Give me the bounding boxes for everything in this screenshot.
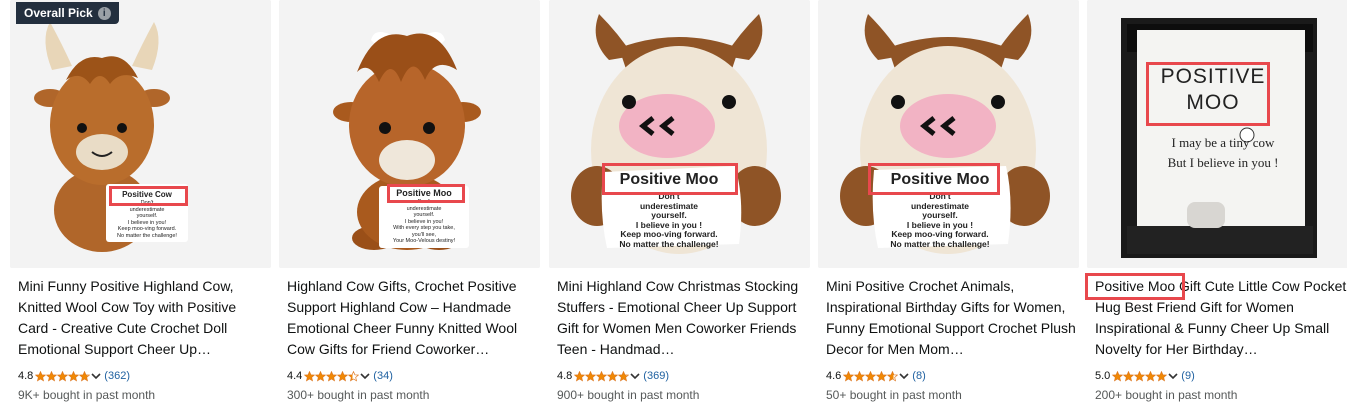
star-icon bbox=[1156, 370, 1168, 382]
star-icon bbox=[1134, 370, 1146, 382]
card-heading: Positive Moo bbox=[619, 171, 719, 188]
bought-count: 9K+ bought in past month bbox=[18, 388, 156, 402]
positive-card-text: Positive Cow Don't underestimate yoursel… bbox=[106, 190, 188, 239]
bought-count: 300+ bought in past month bbox=[287, 388, 430, 402]
review-count-link[interactable]: (8) bbox=[912, 370, 925, 382]
star-icon bbox=[843, 370, 855, 382]
star-icon bbox=[57, 370, 69, 382]
rating-value: 4.8 bbox=[18, 370, 34, 382]
star-icon bbox=[607, 370, 619, 382]
review-count-link[interactable]: (362) bbox=[104, 370, 130, 382]
card-line: No matter the challenge! bbox=[890, 238, 990, 249]
rating-row[interactable]: 4.4 (34) bbox=[287, 368, 393, 384]
rating-value: 4.4 bbox=[287, 370, 303, 382]
card-heading: Positive Cow bbox=[122, 190, 172, 199]
star-icon bbox=[46, 370, 58, 382]
star-icon bbox=[315, 370, 327, 382]
chevron-down-icon[interactable] bbox=[91, 372, 101, 380]
review-count-link[interactable]: (369) bbox=[643, 370, 669, 382]
star-rating bbox=[304, 370, 360, 382]
star-icon bbox=[326, 370, 338, 382]
rating-row[interactable]: 4.8 (362) bbox=[18, 368, 130, 384]
star-rating bbox=[1112, 370, 1168, 382]
star-icon bbox=[596, 370, 608, 382]
overall-pick-badge: Overall Pick i bbox=[16, 2, 119, 24]
positive-card-text: Positive Moo Don't underestimate yoursel… bbox=[601, 168, 737, 249]
star-rating bbox=[574, 370, 630, 382]
rating-value: 4.6 bbox=[826, 370, 842, 382]
product-card[interactable]: Positive Moo Don't underestimate yoursel… bbox=[279, 0, 540, 410]
star-icon bbox=[865, 370, 877, 382]
star-icon bbox=[35, 370, 47, 382]
product-title-link[interactable]: Mini Funny Positive Highland Cow, Knitte… bbox=[18, 276, 270, 360]
chevron-down-icon[interactable] bbox=[360, 372, 370, 380]
chevron-down-icon[interactable] bbox=[1168, 372, 1178, 380]
card-line: No matter the challenge! bbox=[619, 238, 719, 249]
star-icon bbox=[1145, 370, 1157, 382]
star-icon bbox=[1123, 370, 1135, 382]
rating-value: 5.0 bbox=[1095, 370, 1111, 382]
star-rating bbox=[843, 370, 899, 382]
rating-row[interactable]: 4.8 (369) bbox=[557, 368, 669, 384]
bought-count: 50+ bought in past month bbox=[826, 388, 962, 402]
positive-card-text: POSITIVE MOO I may be a tiny cow But I b… bbox=[1143, 64, 1303, 173]
star-icon bbox=[854, 370, 866, 382]
product-title-link[interactable]: Mini Highland Cow Christmas Stocking Stu… bbox=[557, 276, 809, 360]
product-results-row: Overall Pick i Positive Cow Don't undere… bbox=[0, 0, 1347, 410]
rating-value: 4.8 bbox=[557, 370, 573, 382]
product-title-link[interactable]: Highland Cow Gifts, Crochet Positive Sup… bbox=[287, 276, 539, 360]
product-card[interactable]: Overall Pick i Positive Cow Don't undere… bbox=[10, 0, 271, 410]
star-icon bbox=[68, 370, 80, 382]
review-count-link[interactable]: (9) bbox=[1181, 370, 1194, 382]
product-card[interactable]: Positive Moo Don't underestimate yoursel… bbox=[818, 0, 1079, 410]
star-icon bbox=[876, 370, 888, 382]
star-icon bbox=[574, 370, 586, 382]
chevron-down-icon[interactable] bbox=[899, 372, 909, 380]
review-count-link[interactable]: (34) bbox=[373, 370, 393, 382]
card-heading-line1: POSITIVE bbox=[1160, 65, 1266, 88]
info-icon[interactable]: i bbox=[97, 6, 111, 20]
card-line: Keep moo-ving forward. bbox=[117, 226, 177, 232]
badge-label: Overall Pick bbox=[24, 6, 93, 20]
star-icon bbox=[348, 370, 360, 382]
positive-card-text: Positive Moo Don't underestimate yoursel… bbox=[872, 168, 1008, 249]
card-line: No matter the challenge! bbox=[117, 232, 177, 239]
bought-count: 900+ bought in past month bbox=[557, 388, 700, 402]
card-heading: Positive Moo bbox=[396, 188, 452, 198]
star-icon bbox=[304, 370, 316, 382]
chevron-down-icon[interactable] bbox=[630, 372, 640, 380]
product-title-link[interactable]: Mini Positive Crochet Animals, Inspirati… bbox=[826, 276, 1078, 360]
star-icon bbox=[337, 370, 349, 382]
positive-card-text: Positive Moo Don't underestimate yoursel… bbox=[379, 188, 469, 245]
product-card[interactable]: Positive Moo Don't underestimate yoursel… bbox=[549, 0, 810, 410]
star-icon bbox=[887, 370, 899, 382]
card-line: I may be a tiny cow bbox=[1171, 135, 1275, 150]
product-card[interactable]: POSITIVE MOO I may be a tiny cow But I b… bbox=[1085, 0, 1347, 410]
card-heading-line2: MOO bbox=[1186, 91, 1240, 114]
card-line: Your Moo-Velous destiny! bbox=[392, 238, 456, 244]
card-line: But I believe in you ! bbox=[1167, 155, 1279, 170]
star-icon bbox=[585, 370, 597, 382]
star-icon bbox=[1112, 370, 1124, 382]
star-icon bbox=[618, 370, 630, 382]
bought-count: 200+ bought in past month bbox=[1095, 388, 1238, 402]
rating-row[interactable]: 5.0 (9) bbox=[1095, 368, 1195, 384]
rating-row[interactable]: 4.6 (8) bbox=[826, 368, 926, 384]
star-rating bbox=[35, 370, 91, 382]
card-heading: Positive Moo bbox=[890, 171, 990, 188]
star-icon bbox=[79, 370, 91, 382]
product-title-link[interactable]: Positive Moo Gift Cute Little Cow Pocket… bbox=[1095, 276, 1347, 360]
